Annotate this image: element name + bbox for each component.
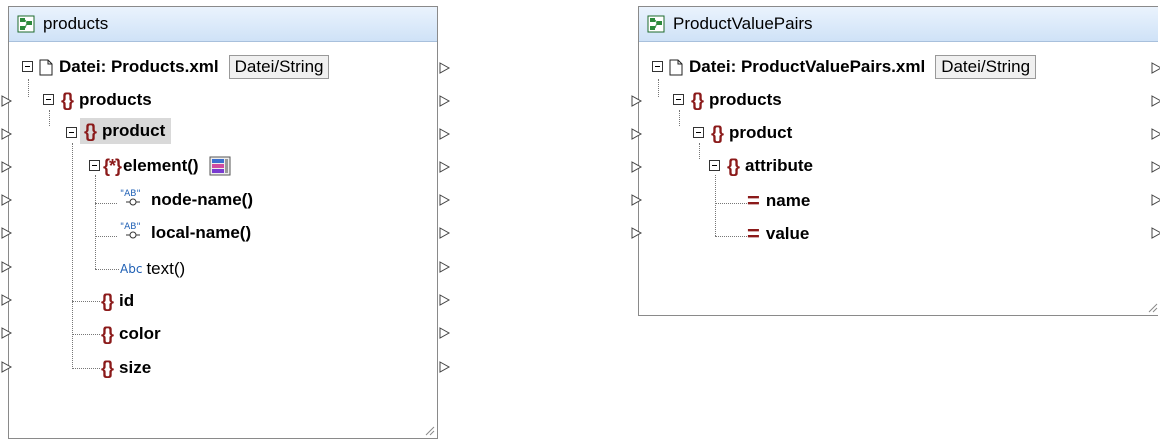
svg-text:"AB": "AB" bbox=[120, 222, 141, 232]
element-icon: {} bbox=[84, 120, 97, 141]
attribute-icon: = bbox=[747, 221, 760, 246]
output-connector-icon[interactable] bbox=[439, 261, 451, 273]
output-connector-icon[interactable] bbox=[1151, 194, 1160, 206]
output-connector-icon[interactable] bbox=[439, 62, 451, 74]
resize-grip-icon[interactable] bbox=[425, 426, 435, 436]
collapse-toggle[interactable] bbox=[652, 61, 663, 72]
attribute-icon: = bbox=[747, 188, 760, 213]
component-products[interactable]: products Datei: Products.xml Datei/Strin… bbox=[1, 6, 451, 439]
wildcard-settings-icon[interactable] bbox=[209, 156, 231, 176]
element-icon: {} bbox=[101, 323, 114, 344]
output-connector-icon[interactable] bbox=[439, 194, 451, 206]
output-connector-icon[interactable] bbox=[1151, 161, 1160, 173]
node-element[interactable]: element() bbox=[123, 156, 199, 176]
output-connector-icon[interactable] bbox=[439, 327, 451, 339]
input-connector-icon[interactable] bbox=[631, 95, 643, 107]
resize-grip-icon[interactable] bbox=[1148, 303, 1158, 313]
element-icon: {} bbox=[61, 89, 74, 110]
output-connector-icon[interactable] bbox=[1151, 128, 1160, 140]
component-title: products bbox=[43, 14, 109, 33]
node-product-selected[interactable]: {} product bbox=[80, 118, 172, 144]
node-product[interactable]: product bbox=[102, 121, 165, 141]
file-string-button[interactable]: Datei/String bbox=[228, 55, 330, 79]
collapse-toggle[interactable] bbox=[22, 61, 33, 72]
file-string-button[interactable]: Datei/String bbox=[935, 55, 1037, 79]
file-label: Datei: Products.xml bbox=[59, 57, 219, 76]
input-connector-icon[interactable] bbox=[631, 227, 643, 239]
collapse-toggle[interactable] bbox=[66, 127, 77, 138]
component-icon bbox=[17, 15, 35, 33]
component-title-bar[interactable]: ProductValuePairs bbox=[639, 7, 1158, 42]
function-icon: "AB" bbox=[118, 187, 148, 214]
node-node-name[interactable]: node-name() bbox=[151, 190, 253, 210]
file-icon bbox=[39, 59, 53, 76]
element-icon: {} bbox=[101, 290, 114, 311]
output-connector-icon[interactable] bbox=[439, 294, 451, 306]
input-connector-icon[interactable] bbox=[631, 161, 643, 173]
input-connector-icon[interactable] bbox=[1, 128, 13, 140]
output-connector-icon[interactable] bbox=[1151, 95, 1160, 107]
wildcard-element-icon: {*} bbox=[103, 155, 122, 176]
output-connector-icon[interactable] bbox=[439, 361, 451, 373]
output-connector-icon[interactable] bbox=[439, 95, 451, 107]
node-value[interactable]: value bbox=[766, 224, 809, 244]
file-label: Datei: ProductValuePairs.xml bbox=[689, 57, 926, 76]
output-connector-icon[interactable] bbox=[439, 161, 451, 173]
input-connector-icon[interactable] bbox=[1, 261, 13, 273]
element-icon: {} bbox=[727, 155, 740, 176]
file-icon bbox=[669, 59, 683, 76]
output-connector-icon[interactable] bbox=[439, 227, 451, 239]
text-type-icon: Abc bbox=[120, 262, 143, 276]
node-product[interactable]: product bbox=[729, 123, 792, 143]
collapse-toggle[interactable] bbox=[43, 94, 54, 105]
node-attribute[interactable]: attribute bbox=[745, 156, 813, 176]
input-connector-icon[interactable] bbox=[1, 194, 13, 206]
input-connector-icon[interactable] bbox=[1, 95, 13, 107]
component-title-bar[interactable]: products bbox=[9, 7, 437, 42]
element-icon: {} bbox=[711, 122, 724, 143]
input-connector-icon[interactable] bbox=[1, 327, 13, 339]
input-connector-icon[interactable] bbox=[1, 161, 13, 173]
input-connector-icon[interactable] bbox=[1, 361, 13, 373]
output-connector-icon[interactable] bbox=[439, 128, 451, 140]
function-icon: "AB" bbox=[118, 220, 148, 247]
node-color[interactable]: color bbox=[119, 324, 161, 344]
node-local-name[interactable]: local-name() bbox=[151, 223, 251, 243]
element-icon: {} bbox=[101, 357, 114, 378]
input-connector-icon[interactable] bbox=[631, 128, 643, 140]
node-size[interactable]: size bbox=[119, 358, 151, 378]
svg-text:"AB": "AB" bbox=[120, 189, 141, 199]
collapse-toggle[interactable] bbox=[673, 94, 684, 105]
component-icon bbox=[647, 15, 665, 33]
component-title: ProductValuePairs bbox=[673, 14, 813, 33]
component-productvaluepairs[interactable]: ProductValuePairs Datei: ProductValuePai… bbox=[631, 6, 1160, 316]
input-connector-icon[interactable] bbox=[1, 227, 13, 239]
node-text[interactable]: text() bbox=[146, 259, 185, 279]
node-products[interactable]: products bbox=[709, 90, 782, 110]
node-name[interactable]: name bbox=[766, 191, 810, 211]
node-products[interactable]: products bbox=[79, 90, 152, 110]
output-connector-icon[interactable] bbox=[1151, 227, 1160, 239]
input-connector-icon[interactable] bbox=[631, 194, 643, 206]
input-connector-icon[interactable] bbox=[1, 294, 13, 306]
collapse-toggle[interactable] bbox=[709, 160, 720, 171]
element-icon: {} bbox=[691, 89, 704, 110]
output-connector-icon[interactable] bbox=[1151, 62, 1160, 74]
node-id[interactable]: id bbox=[119, 291, 134, 311]
collapse-toggle[interactable] bbox=[693, 127, 704, 138]
collapse-toggle[interactable] bbox=[89, 160, 100, 171]
